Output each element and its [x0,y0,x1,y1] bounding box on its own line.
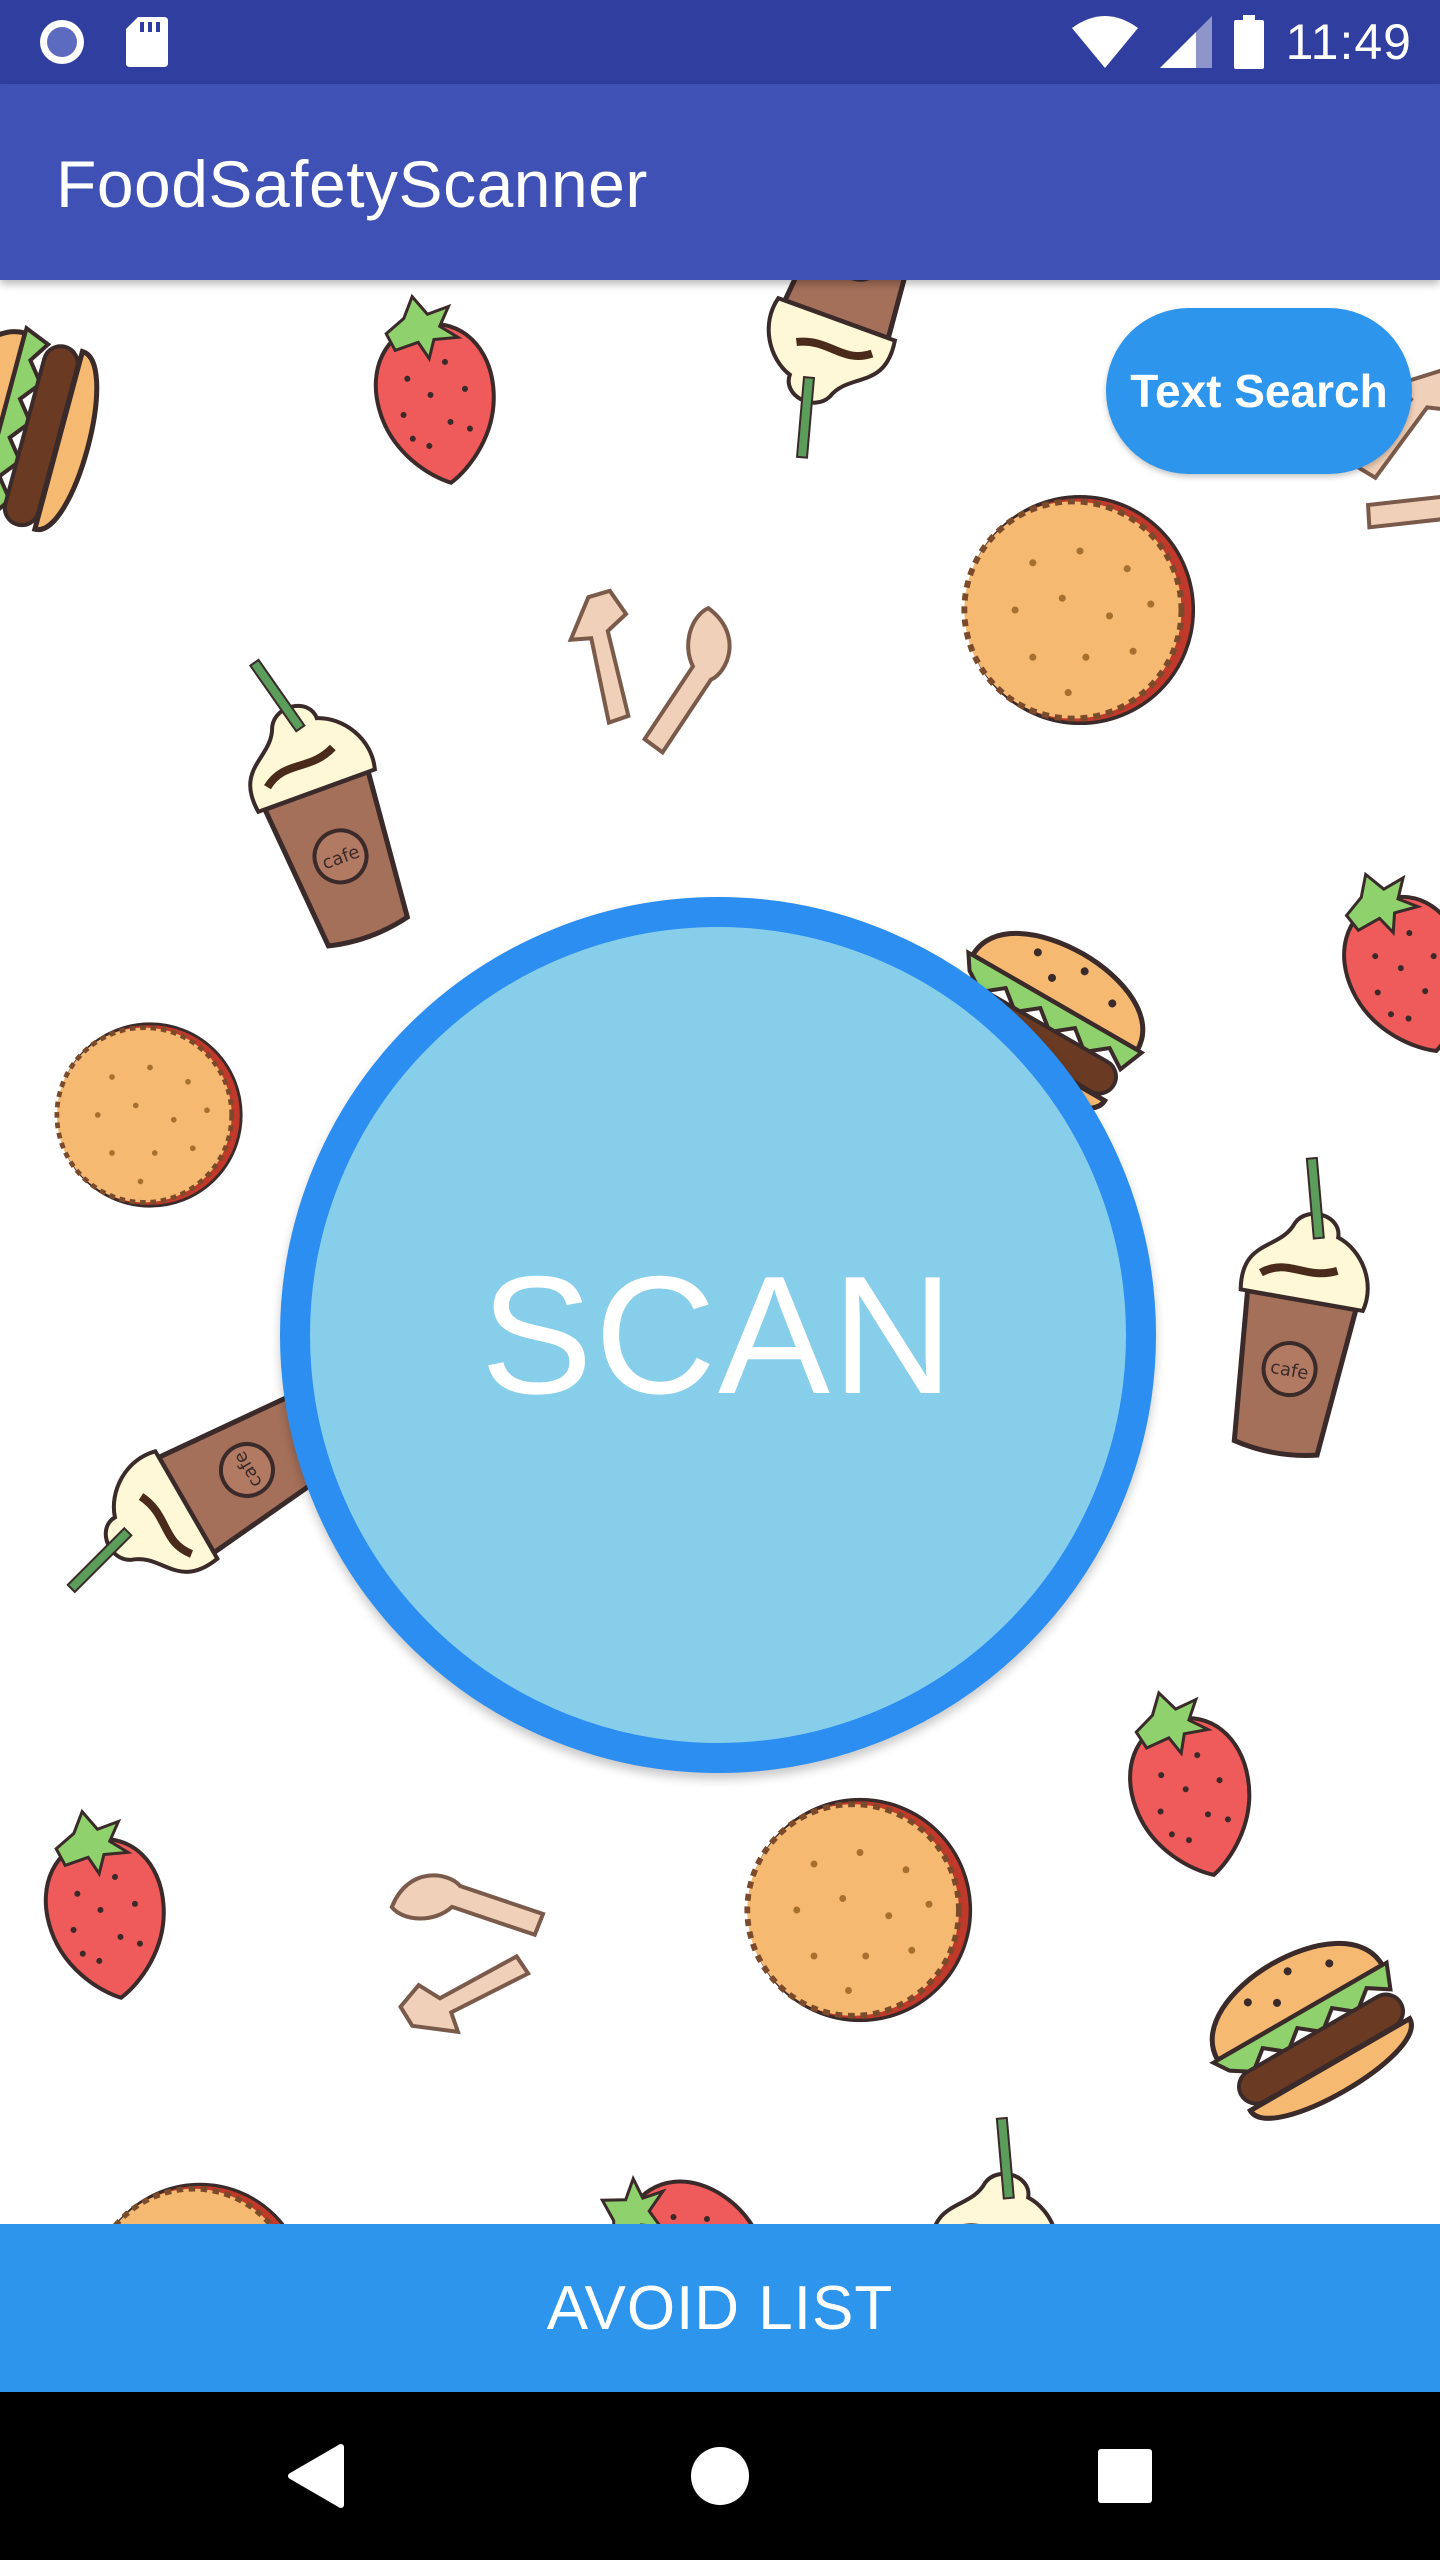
cell-signal-icon [1159,16,1212,68]
recents-button[interactable] [1085,2436,1165,2516]
back-icon [288,2444,344,2508]
circle-notification-icon [40,20,84,64]
navigation-bar [0,2392,1440,2560]
status-bar-left [36,16,168,68]
battery-icon [1233,15,1264,69]
wifi-icon [1071,16,1138,68]
status-bar-right: 11:49 [1071,10,1412,74]
back-button[interactable] [275,2436,355,2516]
recents-icon [1098,2449,1152,2503]
text-search-button[interactable]: Text Search [1106,308,1412,474]
avoid-list-button[interactable]: AVOID LIST [0,2224,1440,2392]
sd-card-icon [126,17,168,67]
app-bar: FoodSafetyScanner [0,84,1440,280]
home-button[interactable] [680,2436,760,2516]
main-content: cafe Text Search SCAN [0,280,1440,2224]
home-icon [691,2447,749,2505]
scan-button[interactable]: SCAN [280,897,1156,1773]
app-title: FoodSafetyScanner [56,147,648,221]
status-bar: 11:49 [0,0,1440,84]
clock: 11:49 [1285,14,1412,70]
